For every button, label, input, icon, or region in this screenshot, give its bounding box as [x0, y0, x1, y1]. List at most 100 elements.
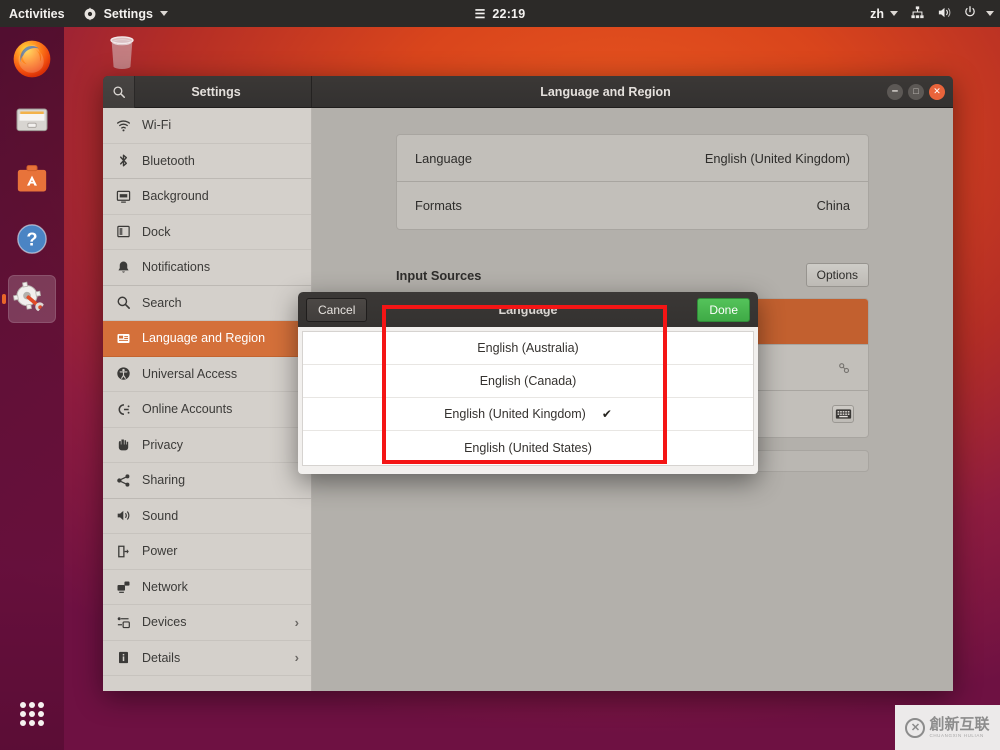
sidebar-item-devices[interactable]: Devices ›	[103, 605, 311, 641]
sidebar-item-notifications[interactable]: Notifications	[103, 250, 311, 286]
sidebar-item-label: Notifications	[142, 260, 211, 275]
row-language[interactable]: Language English (United Kingdom)	[397, 135, 868, 182]
dock-item-files[interactable]	[8, 95, 56, 143]
chevron-down-icon[interactable]	[986, 11, 994, 16]
sidebar-item-details[interactable]: Details ›	[103, 641, 311, 676]
online-accounts-icon	[115, 401, 131, 417]
sidebar-item-bluetooth[interactable]: Bluetooth	[103, 144, 311, 179]
sidebar-item-wifi[interactable]: Wi-Fi	[103, 108, 311, 144]
app-menu-label: Settings	[103, 6, 153, 21]
dock-item-help[interactable]: ?	[8, 215, 56, 263]
maximize-icon[interactable]: □	[908, 83, 924, 100]
chevron-down-icon	[890, 11, 898, 16]
minimize-icon[interactable]: ━	[887, 83, 903, 100]
wifi-icon	[115, 117, 131, 133]
background-icon	[115, 188, 131, 204]
sidebar-item-privacy[interactable]: Privacy	[103, 428, 311, 463]
check-icon: ✔	[601, 407, 612, 421]
keyboard-layout-label: zh	[870, 6, 884, 21]
sidebar-header: Settings	[103, 76, 312, 108]
language-dialog: Cancel Language Done English (Australia)…	[298, 292, 758, 474]
sidebar-item-universal-access[interactable]: Universal Access	[103, 357, 311, 392]
devices-icon	[115, 614, 131, 630]
language-option-label: English (United States)	[464, 440, 592, 455]
sidebar-item-dock[interactable]: Dock	[103, 215, 311, 250]
sidebar-item-label: Devices	[142, 615, 187, 630]
grid-dot	[28, 720, 35, 727]
info-icon	[115, 650, 131, 666]
chevron-right-icon: ›	[294, 650, 299, 666]
bluetooth-icon	[115, 153, 131, 169]
hamburger-menu-icon[interactable]: ☰	[475, 8, 486, 20]
sidebar-item-background[interactable]: Background	[103, 179, 311, 215]
grid-dot	[38, 701, 45, 708]
search-icon	[115, 295, 131, 311]
grid-dot	[38, 720, 45, 727]
sidebar-item-online-accounts[interactable]: Online Accounts	[103, 392, 311, 428]
keyboard-layout-indicator[interactable]: zh	[866, 0, 902, 27]
settings-gear-icon	[83, 7, 97, 21]
search-icon[interactable]	[103, 76, 135, 108]
language-option-row-selected[interactable]: English (United Kingdom) ✔	[303, 398, 753, 431]
cancel-button[interactable]: Cancel	[306, 297, 368, 322]
sidebar-item-label: Network	[142, 579, 188, 594]
share-icon	[115, 472, 131, 488]
options-button[interactable]: Options	[805, 263, 869, 287]
sidebar-item-label: Language and Region	[142, 331, 266, 346]
grid-dot	[38, 710, 45, 717]
keyboard-icon[interactable]	[832, 405, 854, 423]
network-icon	[115, 579, 131, 595]
svg-text:?: ?	[26, 229, 37, 250]
sidebar-item-label: Sound	[142, 508, 179, 523]
grid-dot	[28, 710, 35, 717]
settings-sidebar: Wi-Fi Bluetooth Background Dock Notifica…	[103, 108, 312, 691]
clock-label[interactable]: 22:19	[492, 7, 525, 21]
sidebar-item-label: Wi-Fi	[142, 118, 172, 133]
grid-dot	[19, 701, 26, 708]
watermark-subtitle: CHUANGXIN HULIAN	[929, 732, 984, 738]
dock-item-firefox[interactable]	[8, 35, 56, 83]
language-icon	[115, 330, 131, 346]
power-plug-icon	[115, 543, 131, 559]
watermark-text: 創新互联 CHUANGXIN HULIAN	[929, 717, 989, 739]
network-wired-icon[interactable]	[906, 5, 929, 23]
sidebar-item-power[interactable]: Power	[103, 534, 311, 570]
done-button[interactable]: Done	[697, 297, 750, 322]
language-option-label: English (Australia)	[477, 341, 579, 355]
language-formats-card: Language English (United Kingdom) Format…	[396, 134, 869, 230]
bell-icon	[115, 259, 131, 275]
close-icon[interactable]: ✕	[929, 83, 945, 100]
chevron-right-icon: ›	[294, 614, 299, 630]
panel-status-area: zh	[866, 0, 994, 27]
sidebar-item-search[interactable]: Search	[103, 286, 311, 321]
dock-item-settings[interactable]	[8, 275, 56, 323]
sidebar-item-sharing[interactable]: Sharing	[103, 463, 311, 499]
language-option-label: English (United Kingdom)	[444, 407, 586, 421]
activities-button[interactable]: Activities	[0, 0, 74, 27]
grid-dot	[28, 701, 35, 708]
grid-dot	[19, 710, 26, 717]
volume-speaker-icon[interactable]	[933, 5, 956, 23]
row-formats-value: China	[816, 198, 850, 213]
power-icon[interactable]	[960, 5, 980, 22]
sidebar-item-language-and-region[interactable]: Language and Region	[103, 321, 311, 357]
sidebar-item-label: Bluetooth	[142, 153, 195, 168]
dock-item-ubuntu-software[interactable]	[8, 155, 56, 203]
show-applications-button[interactable]	[8, 690, 56, 738]
sound-icon	[115, 508, 131, 524]
row-formats[interactable]: Formats China	[397, 182, 868, 229]
sidebar-item-sound[interactable]: Sound	[103, 499, 311, 534]
window-header-right: Language and Region ━ □ ✕	[312, 76, 953, 107]
sidebar-item-label: Privacy	[142, 437, 183, 452]
settings-gear-icon[interactable]	[834, 359, 854, 377]
language-option-row[interactable]: English (United States)	[303, 431, 753, 464]
app-menu-settings[interactable]: Settings	[74, 0, 177, 27]
language-option-list: English (Australia) English (Canada) Eng…	[302, 331, 754, 466]
language-option-row[interactable]: English (Australia)	[303, 332, 753, 365]
accessibility-icon	[115, 366, 131, 382]
window-controls: ━ □ ✕	[887, 83, 945, 100]
language-option-label: English (Canada)	[479, 374, 577, 388]
sidebar-item-network[interactable]: Network	[103, 570, 311, 605]
language-option-row[interactable]: English (Canada)	[303, 365, 753, 398]
dock: ?	[0, 27, 64, 750]
